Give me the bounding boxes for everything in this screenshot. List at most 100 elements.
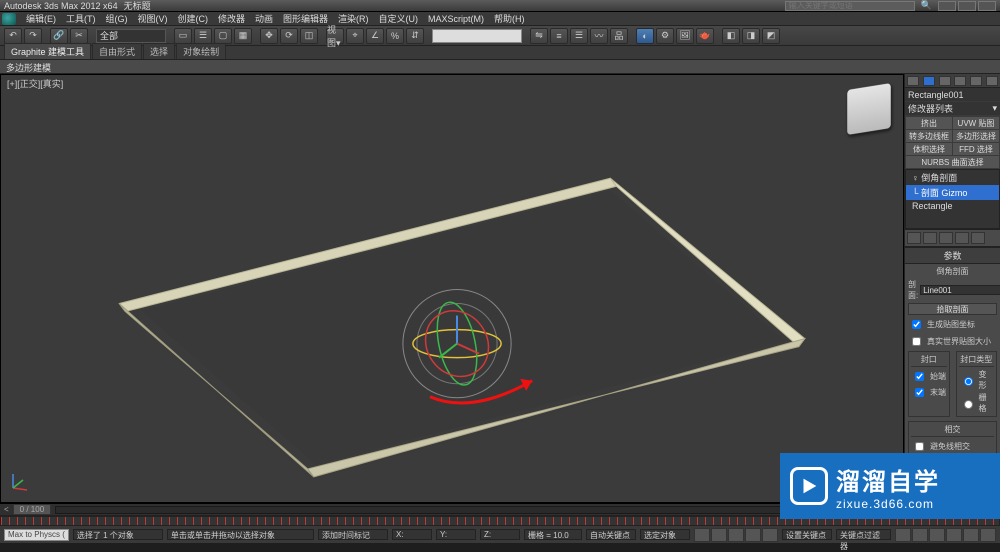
align-button[interactable]: ≡: [550, 28, 568, 44]
prev-key-button[interactable]: [711, 528, 727, 542]
utilities-tab-icon[interactable]: [986, 76, 998, 86]
stack-item-gizmo[interactable]: └ 剖面 Gizmo: [906, 185, 999, 200]
orbit-button[interactable]: [963, 528, 979, 542]
selected-filter[interactable]: 选定对象: [640, 529, 690, 540]
create-tab-icon[interactable]: [907, 76, 919, 86]
modifier-list-dropdown[interactable]: 修改器列表 ▾: [905, 102, 1000, 116]
hierarchy-tab-icon[interactable]: [939, 76, 951, 86]
next-key-button[interactable]: [745, 528, 761, 542]
ribbon-tab-graphite[interactable]: Graphite 建模工具: [4, 43, 91, 59]
extra-tool-3[interactable]: ◩: [762, 28, 780, 44]
coord-y-field[interactable]: Y:: [436, 529, 476, 540]
ribbon-tab-selection[interactable]: 选择: [143, 43, 175, 59]
prev-frame-button[interactable]: <: [4, 505, 9, 514]
unlink-button[interactable]: ✂: [70, 28, 88, 44]
help-search-input[interactable]: [785, 1, 915, 11]
fov-button[interactable]: [946, 528, 962, 542]
rotate-button[interactable]: ⟳: [280, 28, 298, 44]
max-toggle-button[interactable]: [980, 528, 996, 542]
key-filters-button[interactable]: 关键点过滤器: [836, 529, 891, 540]
motion-tab-icon[interactable]: [954, 76, 966, 86]
gen-map-coords-checkbox[interactable]: [912, 320, 921, 329]
menu-group[interactable]: 组(G): [102, 12, 132, 25]
named-selection-input[interactable]: [432, 29, 522, 43]
menu-graph[interactable]: 图形编辑器: [279, 12, 332, 25]
undo-button[interactable]: ↶: [4, 28, 22, 44]
ribbon-tab-freeform[interactable]: 自由形式: [92, 43, 142, 59]
coord-z-field[interactable]: Z:: [480, 529, 520, 540]
rendered-frame-button[interactable]: 🖼: [676, 28, 694, 44]
quick-btn-volsel[interactable]: 体积选择: [906, 143, 952, 155]
link-button[interactable]: 🔗: [50, 28, 68, 44]
rollout-header-parameters[interactable]: 参数: [905, 247, 1000, 264]
cap-end-checkbox[interactable]: [915, 388, 924, 397]
viewcube[interactable]: [847, 83, 891, 135]
zoom-extents-button[interactable]: [929, 528, 945, 542]
pin-stack-button[interactable]: [907, 232, 921, 244]
menu-custom[interactable]: 自定义(U): [375, 12, 423, 25]
minimize-button[interactable]: [938, 1, 956, 11]
schematic-view-button[interactable]: 品: [610, 28, 628, 44]
ref-coord-button[interactable]: 视图▾: [326, 28, 344, 44]
grid-setting[interactable]: 栅格 = 10.0: [524, 529, 582, 540]
maxscript-mini-listener[interactable]: Max to Physcs (: [4, 529, 69, 541]
percent-snap-button[interactable]: %: [386, 28, 404, 44]
real-world-checkbox[interactable]: [912, 337, 921, 346]
menu-help[interactable]: 帮助(H): [490, 12, 529, 25]
show-end-result-button[interactable]: [923, 232, 937, 244]
curve-editor-button[interactable]: 〰: [590, 28, 608, 44]
window-crossing-button[interactable]: ▦: [234, 28, 252, 44]
menu-tools[interactable]: 工具(T): [62, 12, 100, 25]
frame-object[interactable]: [119, 178, 805, 479]
remove-modifier-button[interactable]: [955, 232, 969, 244]
quick-btn-polysel[interactable]: 多边形选择: [953, 130, 999, 142]
play-button[interactable]: [728, 528, 744, 542]
stack-item-rectangle[interactable]: Rectangle: [906, 200, 999, 212]
quick-btn-extrude[interactable]: 挤出: [906, 117, 952, 129]
menu-animation[interactable]: 动画: [251, 12, 277, 25]
display-tab-icon[interactable]: [970, 76, 982, 86]
coord-x-field[interactable]: X:: [392, 529, 432, 540]
cap-start-checkbox[interactable]: [915, 372, 924, 381]
close-button[interactable]: [978, 1, 996, 11]
menu-create[interactable]: 创建(C): [174, 12, 213, 25]
ribbon-panel-label[interactable]: 多边形建模: [0, 60, 1000, 74]
spinner-snap-button[interactable]: ⇵: [406, 28, 424, 44]
menu-maxscript[interactable]: MAXScript(M): [424, 14, 488, 24]
goto-start-button[interactable]: [694, 528, 710, 542]
modify-tab-icon[interactable]: [923, 76, 935, 86]
search-icon[interactable]: 🔍: [921, 0, 932, 11]
cap-morph-radio[interactable]: [964, 377, 973, 386]
zoom-button[interactable]: [912, 528, 928, 542]
goto-end-button[interactable]: [762, 528, 778, 542]
quick-btn-uvw[interactable]: UVW 贴图: [953, 117, 999, 129]
select-region-button[interactable]: ▢: [214, 28, 232, 44]
stack-item-bevelprofile[interactable]: ♀ 倒角剖面: [906, 170, 999, 185]
select-button[interactable]: ▭: [174, 28, 192, 44]
select-by-name-button[interactable]: ☰: [194, 28, 212, 44]
maximize-button[interactable]: [958, 1, 976, 11]
auto-key-button[interactable]: 自动关键点: [586, 529, 636, 540]
extra-tool-2[interactable]: ◨: [742, 28, 760, 44]
keep-lines-checkbox[interactable]: [915, 442, 924, 451]
app-icon[interactable]: [2, 13, 16, 25]
mirror-button[interactable]: ⇋: [530, 28, 548, 44]
angle-snap-button[interactable]: ∠: [366, 28, 384, 44]
configure-sets-button[interactable]: [971, 232, 985, 244]
render-button[interactable]: 🫖: [696, 28, 714, 44]
quick-btn-nurbs[interactable]: NURBS 曲面选择: [906, 156, 999, 168]
viewport[interactable]: [+][正交][真实]: [0, 74, 904, 503]
profile-name-field[interactable]: [920, 285, 1000, 295]
menu-edit[interactable]: 编辑(E): [22, 12, 60, 25]
menu-modifiers[interactable]: 修改器: [214, 12, 249, 25]
move-button[interactable]: ✥: [260, 28, 278, 44]
render-setup-button[interactable]: ⚙: [656, 28, 674, 44]
time-tag-button[interactable]: 添加时间标记: [318, 529, 388, 540]
pan-view-button[interactable]: [895, 528, 911, 542]
ribbon-tab-paint[interactable]: 对象绘制: [176, 43, 226, 59]
object-name-field[interactable]: Rectangle001: [905, 88, 1000, 102]
snap-toggle-button[interactable]: ⌖: [346, 28, 364, 44]
redo-button[interactable]: ↷: [24, 28, 42, 44]
quick-btn-ffdsel[interactable]: FFD 选择: [953, 143, 999, 155]
viewport-label[interactable]: [+][正交][真实]: [7, 77, 63, 90]
